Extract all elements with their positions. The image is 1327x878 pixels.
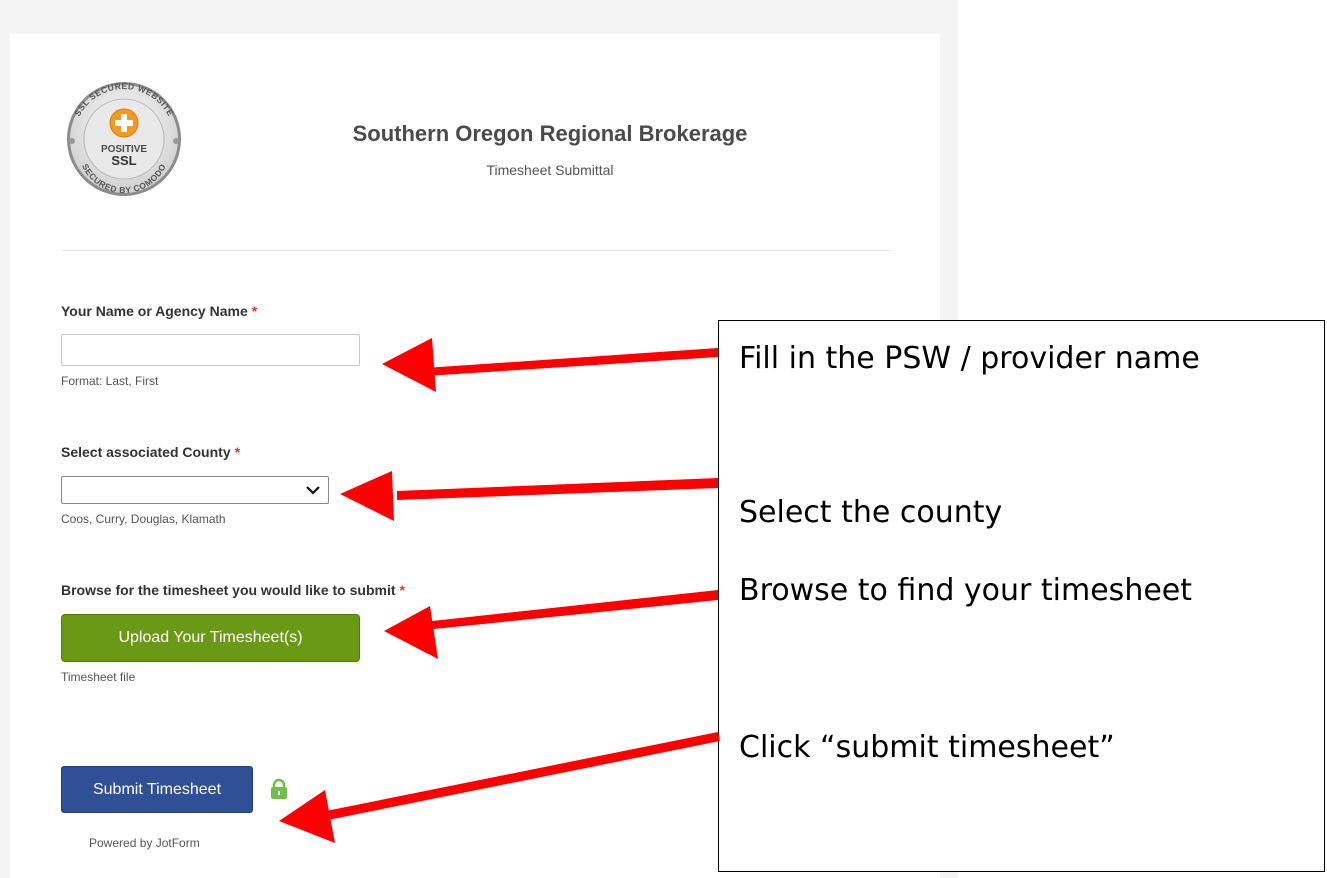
name-input[interactable] <box>61 334 360 366</box>
county-field-label-text: Select associated County <box>61 444 231 460</box>
county-select[interactable] <box>61 476 329 504</box>
page: SSL SECURED WEBSITE SECURED BY COMODO PO… <box>0 0 1327 878</box>
name-field-sublabel: Format: Last, First <box>61 374 159 388</box>
lock-icon <box>271 779 287 799</box>
timesheet-field-label-text: Browse for the timesheet you would like … <box>61 582 396 598</box>
instruction-name: Fill in the PSW / provider name <box>739 341 1200 376</box>
form-title: Southern Oregon Regional Brokerage <box>352 121 748 146</box>
timesheet-field-label: Browse for the timesheet you would like … <box>61 582 405 598</box>
required-mark: * <box>251 303 258 319</box>
ssl-seal-badge: SSL SECURED WEBSITE SECURED BY COMODO PO… <box>67 81 181 196</box>
required-mark: * <box>399 582 405 598</box>
chevron-down-icon <box>306 486 320 495</box>
seal-ssl-text: SSL <box>111 153 136 168</box>
county-field-sublabel: Coos, Curry, Douglas, Klamath <box>61 512 226 526</box>
name-field-label-text: Your Name or Agency Name <box>61 303 248 319</box>
name-field-label: Your Name or Agency Name * <box>61 303 257 319</box>
form-subtitle: Timesheet Submittal <box>486 162 614 178</box>
required-mark: * <box>234 444 241 460</box>
powered-by-jotform: Powered by JotForm <box>89 836 200 850</box>
timesheet-field-sublabel: Timesheet file <box>61 670 136 684</box>
upload-timesheet-button[interactable]: Upload Your Timesheet(s) <box>61 614 360 662</box>
submit-timesheet-button[interactable]: Submit Timesheet <box>61 766 253 813</box>
header-divider <box>62 250 891 251</box>
instruction-callout: Fill in the PSW / provider name Select t… <box>718 320 1325 872</box>
county-field-label: Select associated County * <box>61 444 240 460</box>
instruction-browse: Browse to find your timesheet <box>739 573 1193 608</box>
instruction-submit: Click “submit timesheet” <box>739 730 1115 765</box>
instruction-county: Select the county <box>739 495 1003 530</box>
